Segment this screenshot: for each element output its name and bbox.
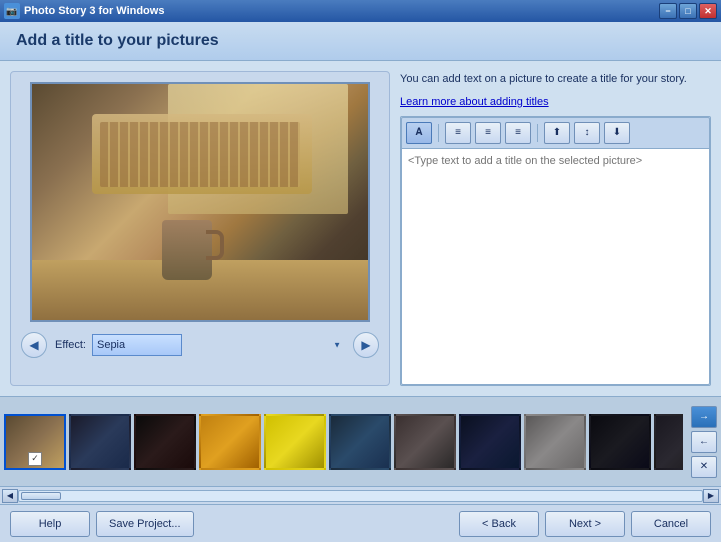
filmstrip-delete-button[interactable]: ✕: [691, 456, 717, 478]
effect-label: Effect:: [55, 339, 86, 351]
position-middle-button[interactable]: ↕: [574, 122, 600, 144]
position-top-icon: ⬆: [553, 127, 561, 138]
align-right-button[interactable]: ≡: [505, 122, 531, 144]
scrollbar-track: [18, 490, 703, 502]
filmstrip-thumb[interactable]: [589, 414, 651, 470]
font-icon: 𝐀: [416, 127, 423, 138]
align-center-icon: ≡: [485, 127, 491, 138]
effect-select-wrapper: Sepia Black and White None: [92, 334, 345, 356]
filmstrip-back-button[interactable]: ←: [691, 431, 717, 453]
filmstrip-thumb[interactable]: [524, 414, 586, 470]
left-panel: ◀ Effect: Sepia Black and White None ▶: [10, 71, 390, 386]
filmstrip-thumb[interactable]: [199, 414, 261, 470]
position-middle-icon: ↕: [585, 127, 590, 138]
thumb-checkbox[interactable]: ✓: [28, 452, 42, 466]
photo-preview: [30, 82, 370, 322]
cancel-button[interactable]: Cancel: [631, 511, 711, 537]
next-button[interactable]: Next >: [545, 511, 625, 537]
position-bottom-icon: ⬇: [613, 127, 621, 138]
window-content: Add a title to your pictures ◀: [0, 22, 721, 542]
window-controls: − □ ✕: [659, 3, 717, 19]
filmstrip-thumb[interactable]: [394, 414, 456, 470]
filmstrip-inner: ✓: [4, 403, 683, 481]
right-panel: You can add text on a picture to create …: [400, 71, 711, 386]
filmstrip-thumb[interactable]: [459, 414, 521, 470]
info-description: You can add text on a picture to create …: [400, 71, 711, 88]
back-button[interactable]: < Back: [459, 511, 539, 537]
filmstrip-scroll: ✓: [4, 403, 683, 481]
help-button[interactable]: Help: [10, 511, 90, 537]
align-center-button[interactable]: ≡: [475, 122, 501, 144]
text-area-wrapper: 𝐀 ≡ ≡ ≡ ⬆: [400, 116, 711, 387]
align-right-icon: ≡: [515, 127, 521, 138]
filmstrip-area: ✓ → ← ✕: [0, 396, 721, 486]
align-left-icon: ≡: [455, 127, 461, 138]
page-title: Add a title to your pictures: [16, 32, 705, 50]
keyboard-keys: [100, 122, 300, 187]
main-area: ◀ Effect: Sepia Black and White None ▶ Y…: [0, 61, 721, 396]
maximize-button[interactable]: □: [679, 3, 697, 19]
toolbar-separator-2: [537, 124, 538, 142]
filmstrip-thumb[interactable]: ✓: [4, 414, 66, 470]
filmstrip-thumb[interactable]: [69, 414, 131, 470]
mug-shape: [162, 220, 212, 280]
close-button[interactable]: ✕: [699, 3, 717, 19]
font-button[interactable]: 𝐀: [406, 122, 432, 144]
prev-photo-button[interactable]: ◀: [21, 332, 47, 358]
filmstrip-thumb[interactable]: [134, 414, 196, 470]
scroll-right-button[interactable]: ▶: [703, 489, 719, 503]
photo-background: [32, 84, 368, 320]
bottom-right-buttons: < Back Next > Cancel: [459, 511, 711, 537]
next-photo-button[interactable]: ▶: [353, 332, 379, 358]
header: Add a title to your pictures: [0, 22, 721, 61]
scrollbar-area: ◀ ▶: [0, 486, 721, 504]
app-icon: 📷: [4, 3, 20, 19]
filmstrip-thumb[interactable]: [654, 414, 683, 470]
align-left-button[interactable]: ≡: [445, 122, 471, 144]
bottom-left-buttons: Help Save Project...: [10, 511, 194, 537]
filmstrip-thumb[interactable]: [329, 414, 391, 470]
save-project-button[interactable]: Save Project...: [96, 511, 194, 537]
title-bar: 📷 Photo Story 3 for Windows − □ ✕: [0, 0, 721, 22]
title-text-input[interactable]: [401, 148, 710, 386]
text-toolbar: 𝐀 ≡ ≡ ≡ ⬆: [401, 117, 710, 148]
mug-handle: [206, 230, 224, 260]
scrollbar-thumb[interactable]: [21, 492, 61, 500]
toolbar-separator-1: [438, 124, 439, 142]
learn-more-link[interactable]: Learn more about adding titles: [400, 96, 711, 108]
effect-row: Effect: Sepia Black and White None: [55, 334, 345, 356]
minimize-button[interactable]: −: [659, 3, 677, 19]
bottom-bar: Help Save Project... < Back Next > Cance…: [0, 504, 721, 542]
position-bottom-button[interactable]: ⬇: [604, 122, 630, 144]
window-title: Photo Story 3 for Windows: [24, 5, 659, 17]
filmstrip-controls: → ← ✕: [691, 406, 717, 478]
effect-select[interactable]: Sepia Black and White None: [92, 334, 182, 356]
position-top-button[interactable]: ⬆: [544, 122, 570, 144]
filmstrip-forward-button[interactable]: →: [691, 406, 717, 428]
scroll-left-button[interactable]: ◀: [2, 489, 18, 503]
filmstrip-thumb[interactable]: [264, 414, 326, 470]
nav-row: ◀ Effect: Sepia Black and White None ▶: [21, 332, 379, 358]
